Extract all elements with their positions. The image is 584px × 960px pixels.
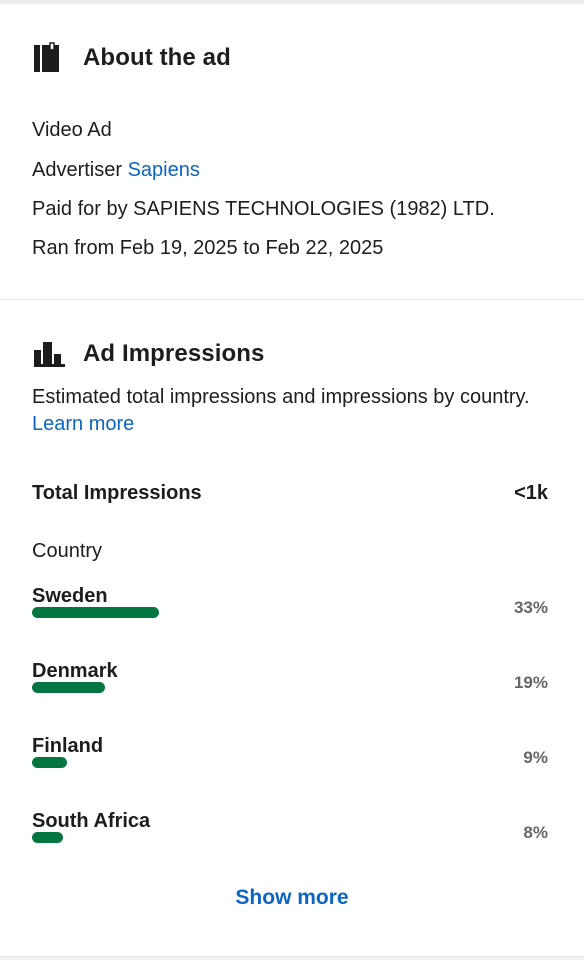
ad-impressions-section: Ad Impressions Estimated total impressio… xyxy=(0,300,584,957)
percent-bar-track xyxy=(32,832,416,843)
country-percent: 19% xyxy=(513,673,548,692)
country-row: Sweden 33% xyxy=(32,585,548,645)
ran-dates: Ran from Feb 19, 2025 to Feb 22, 2025 xyxy=(32,237,384,259)
description-text: Estimated total impressions and impressi… xyxy=(32,386,530,408)
percent-bar xyxy=(32,832,63,843)
bar-chart-icon xyxy=(32,338,66,370)
show-more-button[interactable]: Show more xyxy=(0,886,584,910)
country-name: Denmark xyxy=(32,660,118,682)
about-header: About the ad xyxy=(32,42,231,74)
impressions-description: Estimated total impressions and impressi… xyxy=(32,384,532,438)
total-impressions-value: <1k xyxy=(514,482,548,504)
section-title: Ad Impressions xyxy=(83,340,265,367)
percent-bar xyxy=(32,682,105,693)
country-row: Finland 9% xyxy=(32,735,548,795)
country-name: Sweden xyxy=(32,585,108,607)
ad-type: Video Ad xyxy=(32,119,112,141)
advertiser-link[interactable]: Sapiens xyxy=(128,159,200,181)
book-icon xyxy=(32,42,66,74)
country-heading: Country xyxy=(32,540,103,562)
percent-bar-track xyxy=(32,757,416,768)
percent-bar-track xyxy=(32,682,416,693)
country-percent: 9% xyxy=(523,748,548,767)
advertiser-line: Advertiser Sapiens xyxy=(32,159,200,182)
country-row: Denmark 19% xyxy=(32,660,548,720)
paid-for-by: Paid for by SAPIENS TECHNOLOGIES (1982) … xyxy=(32,198,495,220)
total-impressions-label: Total Impressions xyxy=(32,482,202,504)
country-row: South Africa 8% xyxy=(32,810,548,870)
country-name: Finland xyxy=(32,735,104,757)
about-the-ad-section: About the ad Video Ad Advertiser Sapiens… xyxy=(0,4,584,300)
section-title: About the ad xyxy=(83,44,231,71)
country-percent: 33% xyxy=(513,598,548,617)
learn-more-link[interactable]: Learn more xyxy=(32,413,134,435)
advertiser-label: Advertiser xyxy=(32,159,123,181)
impressions-header: Ad Impressions xyxy=(32,338,264,370)
percent-bar-track xyxy=(32,607,416,618)
percent-bar xyxy=(32,757,67,768)
percent-bar xyxy=(32,607,159,618)
country-percent: 8% xyxy=(523,823,548,842)
country-name: South Africa xyxy=(32,810,151,832)
